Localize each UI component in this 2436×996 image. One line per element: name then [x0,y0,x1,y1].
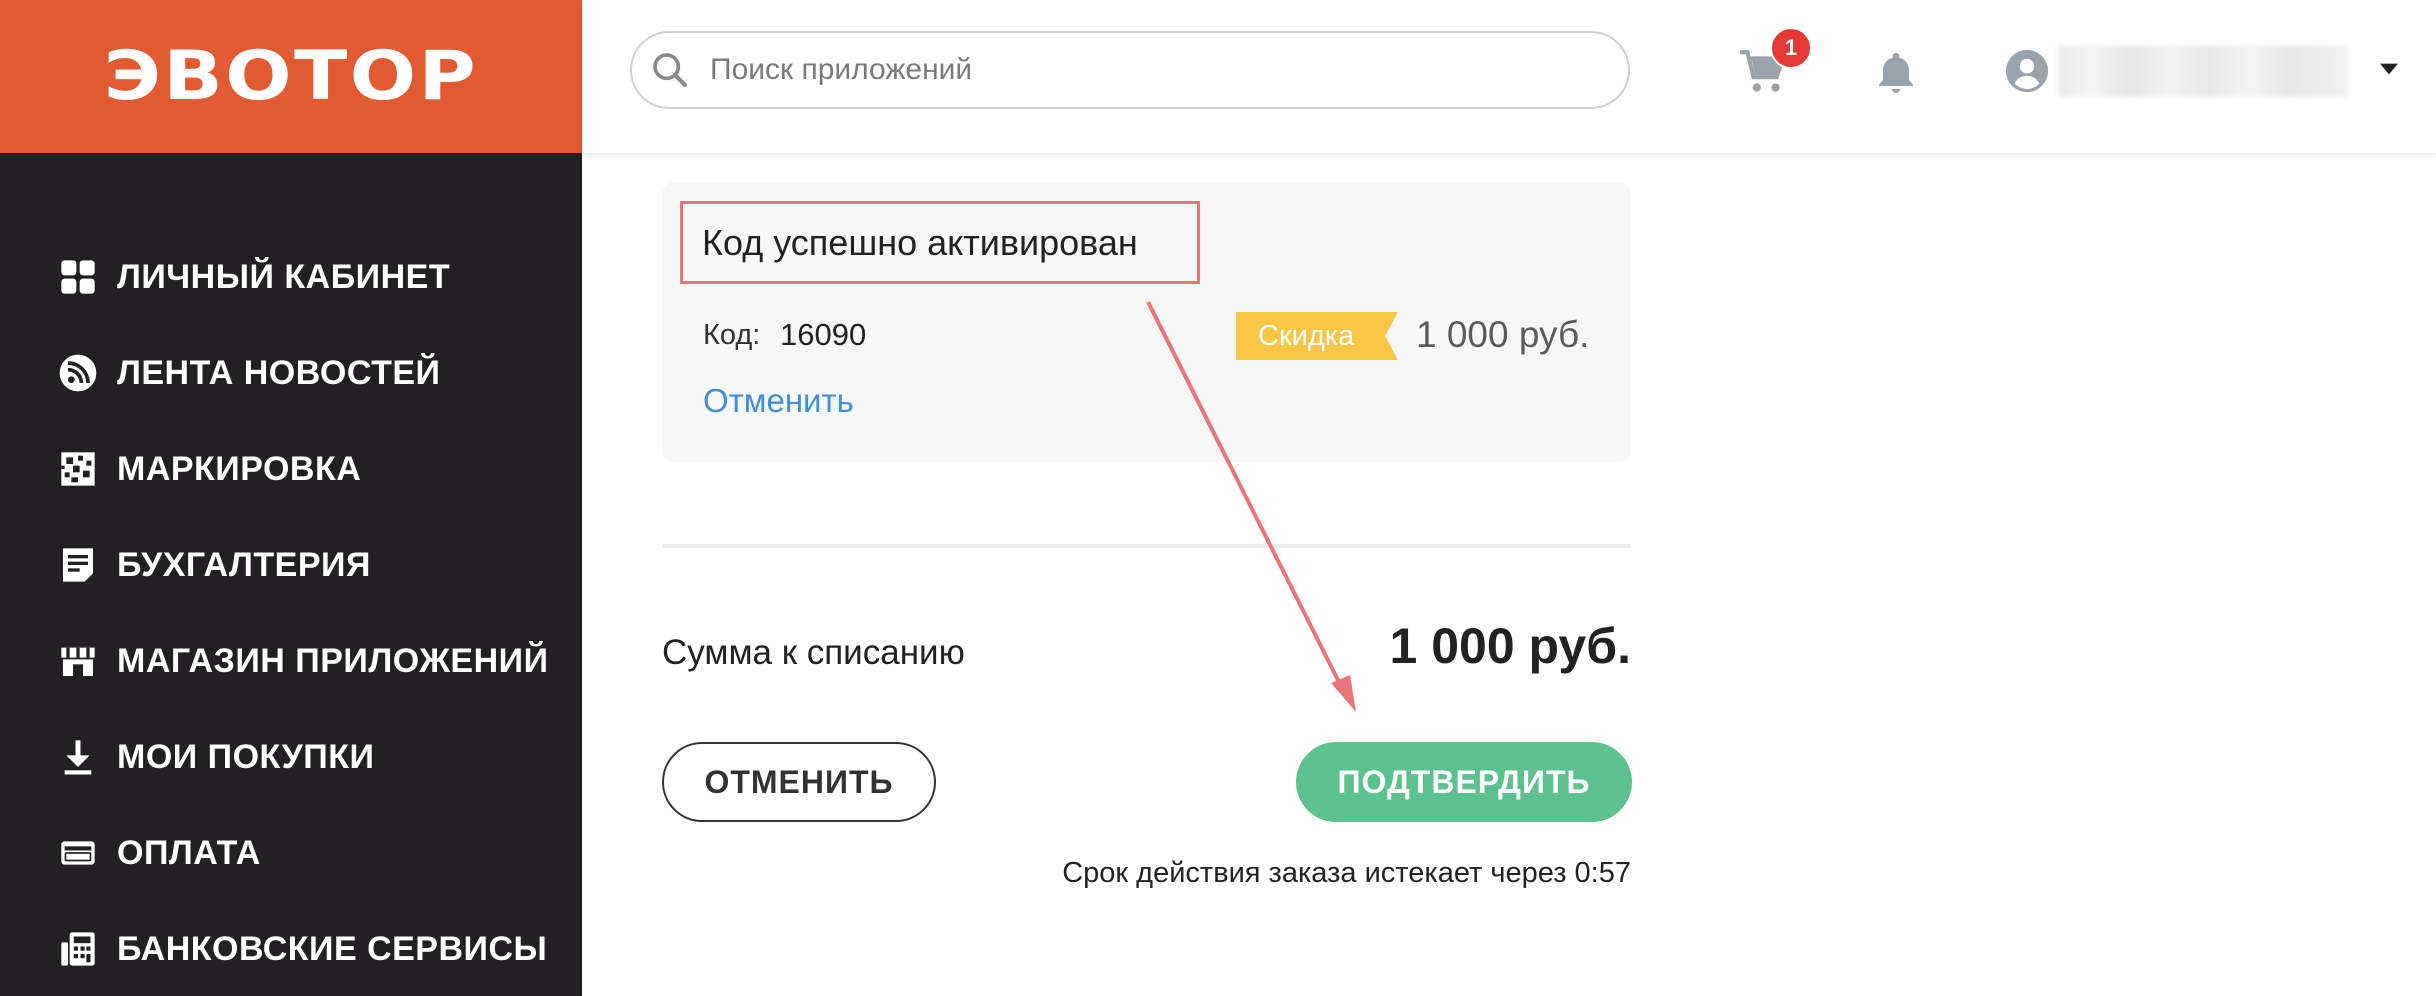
code-value: 16090 [780,317,867,352]
sidebar-item-news[interactable]: ЛЕНТА НОВОСТЕЙ [57,343,440,403]
sidebar-item-label: ЛИЧНЫЙ КАБИНЕТ [117,257,451,296]
sidebar-item-label: ЛЕНТА НОВОСТЕЙ [117,353,441,392]
divider [662,544,1631,548]
datamatrix-icon [57,448,99,490]
order-expiry-text: Срок действия заказа истекает через 0:57 [1062,857,1631,889]
sidebar-item-label: МАРКИРОВКА [117,449,362,488]
sidebar-item-dashboard[interactable]: ЛИЧНЫЙ КАБИНЕТ [57,247,450,307]
discount-tag: Скидка [1236,312,1398,360]
credit-card-icon [57,832,99,874]
total-value: 1 000 руб. [1389,618,1631,674]
confirm-button[interactable]: ПОДТВЕРДИТЬ [1296,742,1632,822]
bell-icon [1879,53,1913,93]
user-dropdown-button[interactable] [2380,62,2398,81]
download-icon [57,736,99,778]
cancel-code-link[interactable]: Отменить [703,382,854,420]
code-label: Код: [703,319,761,351]
store-icon [57,640,99,682]
user-avatar-icon [2005,49,2049,93]
sidebar-item-label: МОИ ПОКУПКИ [117,737,375,776]
sidebar-item-bank-services[interactable]: БАНКОВСКИЕ СЕРВИСЫ [57,919,547,979]
sidebar-item-accounting[interactable]: БУХГАЛТЕРИЯ [57,535,371,595]
search-box[interactable] [630,31,1630,109]
evotor-logo: ЭВОТОР [103,37,479,116]
logo-block[interactable]: ЭВОТОР [0,0,582,153]
sidebar: ЛИЧНЫЙ КАБИНЕТ ЛЕНТА НОВОСТЕЙ МАРКИРОВКА… [0,153,582,996]
dashboard-icon [57,256,99,298]
sidebar-item-marking[interactable]: МАРКИРОВКА [57,439,361,499]
sidebar-item-label: ОПЛАТА [117,833,261,872]
rss-icon [57,352,99,394]
total-label: Сумма к списанию [662,633,965,672]
discount-amount: 1 000 руб. [1416,314,1590,355]
promo-success-title: Код успешно активирован [702,222,1138,263]
cart-count-badge: 1 [1770,27,1812,69]
cancel-button[interactable]: ОТМЕНИТЬ [662,742,936,822]
sidebar-item-label: БАНКОВСКИЕ СЕРВИСЫ [117,929,548,968]
caret-down-icon [2380,63,2398,75]
notifications-button[interactable] [1872,48,1920,101]
sidebar-item-purchases[interactable]: МОИ ПОКУПКИ [57,727,374,787]
search-input[interactable] [708,52,1562,88]
sidebar-item-label: МАГАЗИН ПРИЛОЖЕНИЙ [117,641,549,680]
user-name-redacted [2058,45,2348,97]
sidebar-item-payment[interactable]: ОПЛАТА [57,823,261,883]
sidebar-item-app-store[interactable]: МАГАЗИН ПРИЛОЖЕНИЙ [57,631,549,691]
sidebar-item-label: БУХГАЛТЕРИЯ [117,545,371,584]
user-menu[interactable] [2004,48,2050,99]
search-icon [653,53,688,88]
top-header: 1 [582,0,2436,153]
bank-calculator-icon [57,928,99,970]
document-icon [57,544,99,586]
